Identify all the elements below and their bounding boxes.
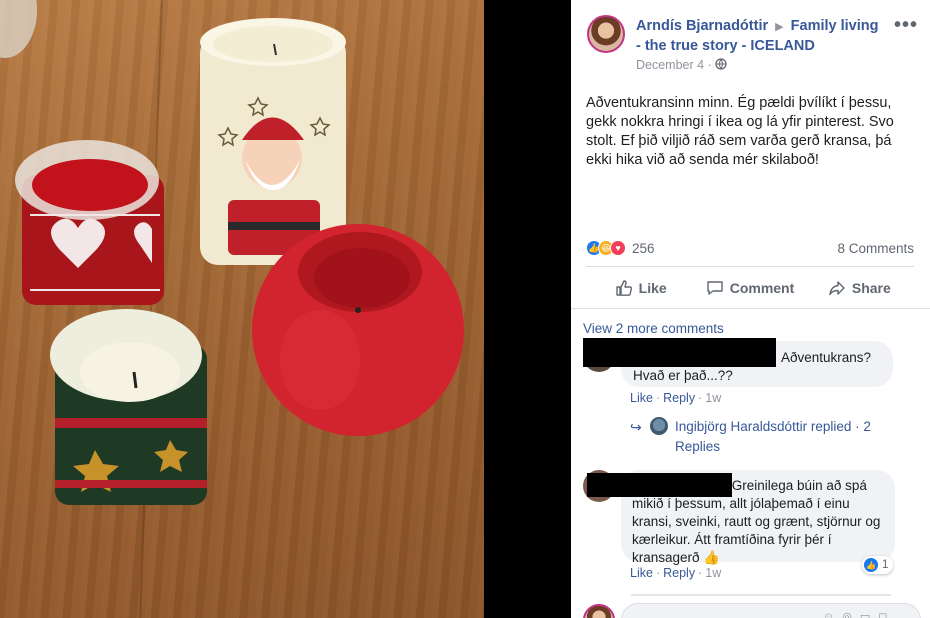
divider — [631, 594, 891, 596]
author-name-link[interactable]: Arndís Bjarnadóttir — [636, 18, 768, 34]
replier-avatar — [650, 417, 668, 435]
more-options-icon[interactable]: ••• — [894, 14, 918, 37]
comment-like-link[interactable]: Like — [630, 566, 653, 580]
comment-button-label: Comment — [729, 280, 795, 296]
separator-dot: · — [698, 391, 703, 405]
separator-dot: · — [655, 391, 661, 405]
like-button[interactable]: Like — [586, 270, 695, 306]
comment-like-link[interactable]: Like — [630, 391, 653, 405]
comment-time: 1w — [705, 391, 722, 405]
view-more-comments-link[interactable]: View 2 more comments — [583, 321, 724, 336]
reply-arrow-icon: ↪ — [630, 419, 642, 435]
like-button-label: Like — [638, 280, 667, 296]
gif-icon[interactable]: ▭ — [860, 611, 878, 618]
separator-dot: · — [655, 566, 661, 580]
comment-reply-link[interactable]: Reply — [663, 391, 695, 405]
red-sphere-candle — [252, 224, 464, 436]
post-header: Arndís Bjarnadóttir ▶ Family living - th… — [636, 17, 886, 56]
reaction-count: 256 — [632, 240, 655, 256]
star-pattern-candle — [50, 309, 207, 505]
comment-like-badge[interactable]: 👍 1 — [862, 556, 894, 574]
caret-right-icon: ▶ — [775, 21, 784, 33]
comment-reply-link[interactable]: Reply — [663, 566, 695, 580]
redaction-bar — [583, 338, 776, 367]
like-reaction-icon: 👍 — [864, 558, 878, 572]
photo-letterbox — [484, 0, 571, 618]
post-panel: Arndís Bjarnadóttir ▶ Family living - th… — [571, 0, 930, 618]
viewer-avatar — [583, 604, 615, 618]
comment-time: 1w — [705, 566, 722, 580]
post-meta: December 4 · — [636, 58, 727, 72]
separator-dot: · — [698, 566, 703, 580]
sticker-icon[interactable]: ◻ — [878, 611, 895, 618]
emoji-icon[interactable]: ☺ — [823, 611, 842, 618]
thumbs-up-icon — [615, 280, 632, 296]
share-button[interactable]: Share — [805, 270, 914, 306]
view-replies-link[interactable]: Ingibjörg Haraldsdóttir replied · 2 Repl… — [675, 417, 915, 457]
comment-bubble-icon — [707, 281, 723, 295]
post-date-link[interactable]: December 4 — [636, 58, 704, 72]
composer-tool-icons[interactable]: ☺◎▭◻ — [823, 610, 895, 618]
share-button-label: Share — [851, 280, 891, 296]
comment-count-link[interactable]: 8 Comments — [837, 241, 914, 256]
plate-edge — [0, 0, 37, 58]
camera-icon[interactable]: ◎ — [842, 611, 860, 618]
globe-icon — [715, 58, 727, 70]
comment-actions: Like · Reply · 1w — [630, 566, 721, 580]
meta-separator: · — [707, 58, 712, 72]
redaction-bar — [587, 473, 732, 497]
love-reaction-icon: ♥ — [610, 240, 626, 256]
comment-like-count: 1 — [882, 559, 889, 571]
author-avatar[interactable] — [587, 15, 625, 53]
santa-pillar-candle — [200, 18, 346, 265]
candles-illustration — [0, 0, 464, 505]
reaction-summary[interactable]: 👍 😆 ♥ 256 — [586, 240, 655, 256]
post-photo[interactable] — [0, 0, 484, 618]
divider — [571, 308, 930, 309]
post-action-bar: Like Comment Share — [586, 270, 914, 306]
comment-actions: Like · Reply · 1w — [630, 391, 721, 405]
share-arrow-icon — [829, 281, 845, 296]
comment-button[interactable]: Comment — [695, 270, 804, 306]
post-body-text: Aðventukransinn minn. Ég pældi þvílíkt í… — [586, 95, 894, 168]
divider — [586, 266, 914, 267]
red-knit-candle — [15, 140, 164, 305]
